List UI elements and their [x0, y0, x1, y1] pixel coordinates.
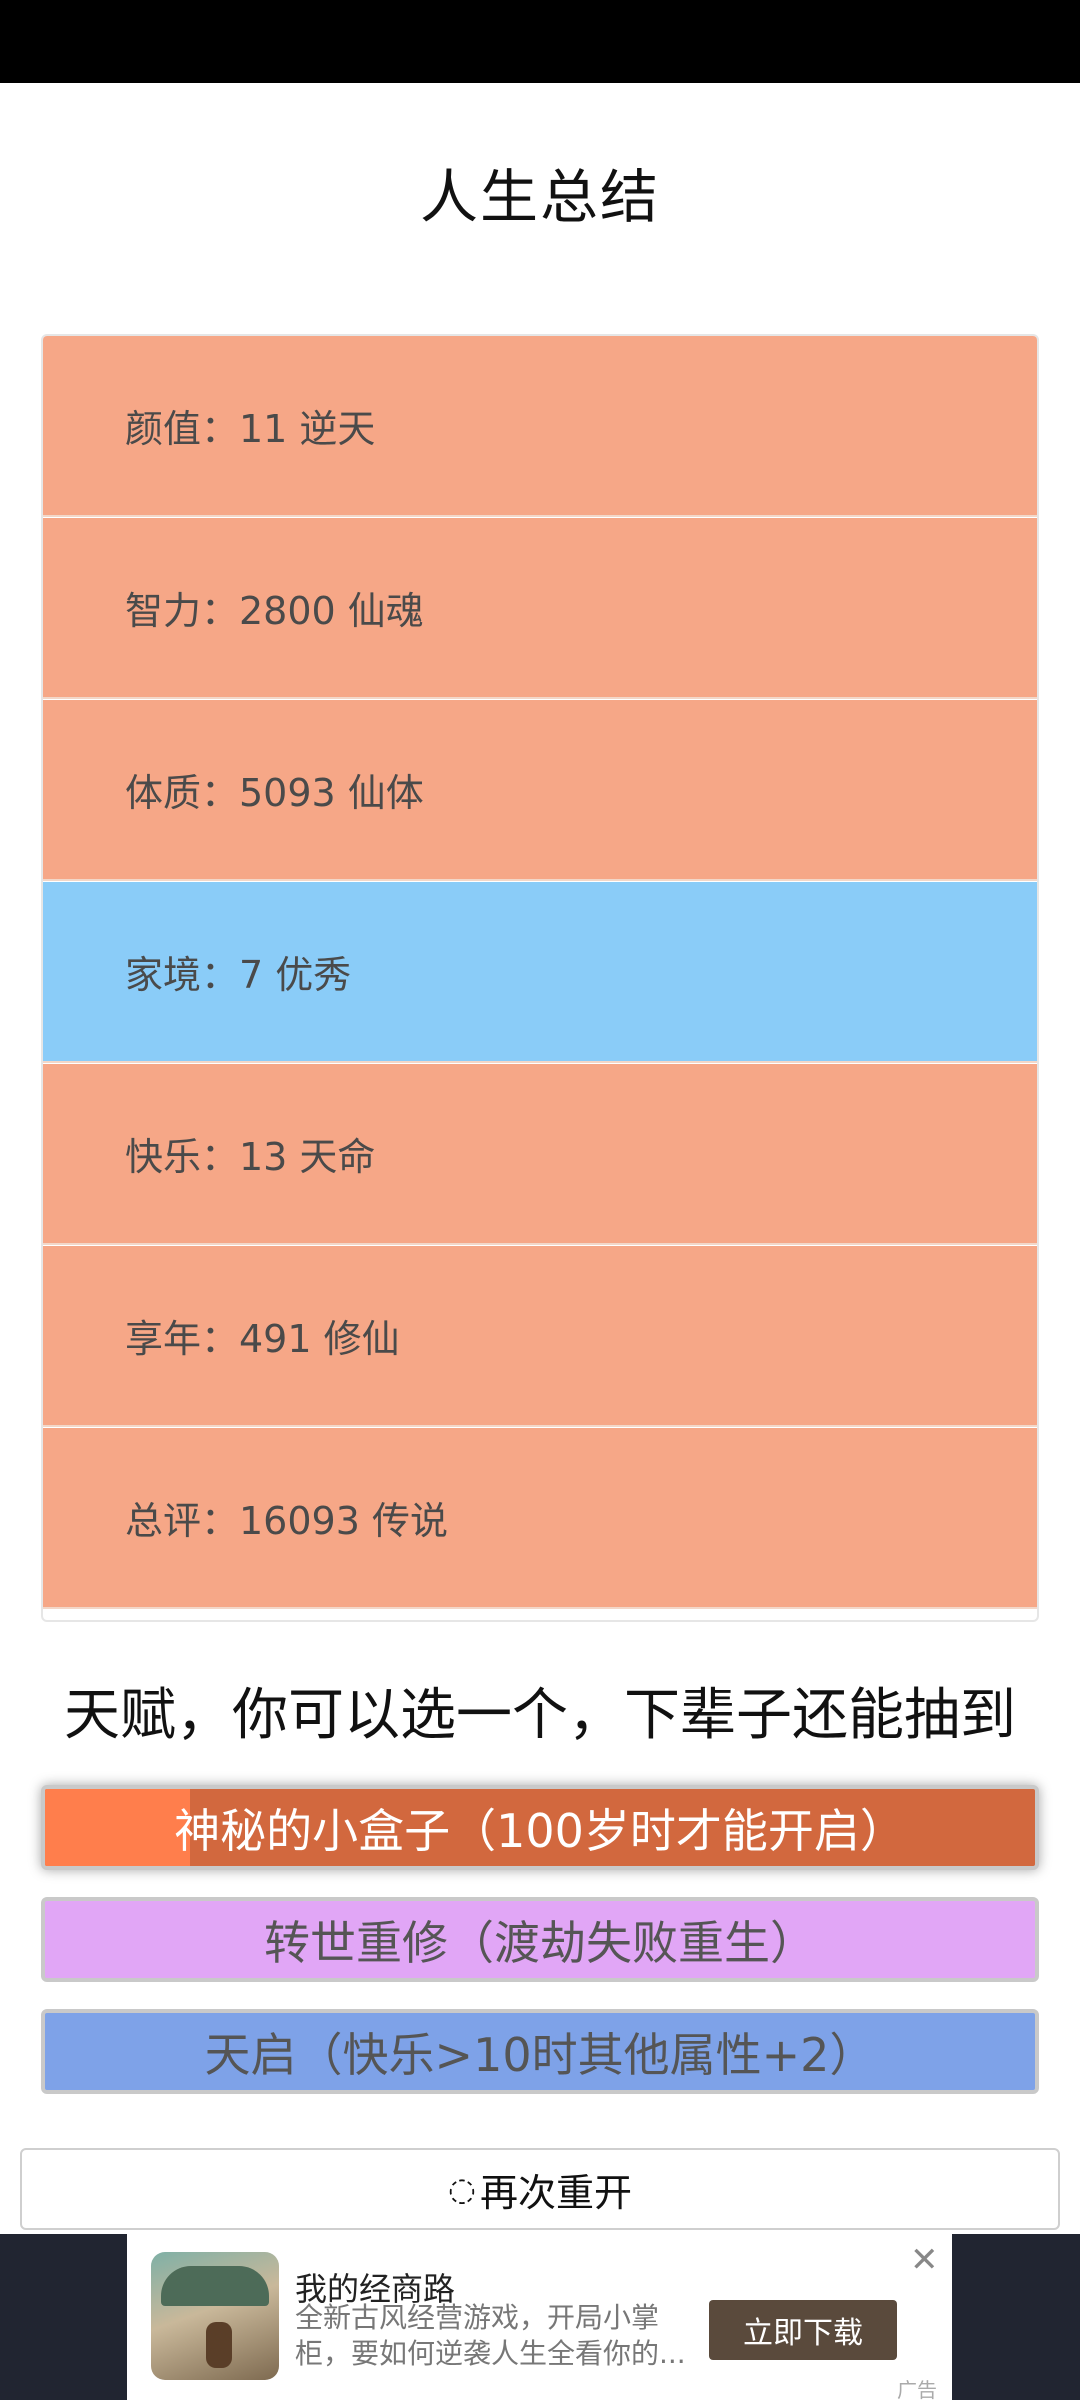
ad-thumbnail-image [151, 2252, 279, 2380]
restart-button[interactable]: ◌ 再次重开 [20, 2148, 1060, 2230]
summary-row-happiness: 快乐：13 天命 [43, 1064, 1037, 1245]
summary-row-constitution: 体质：5093 仙体 [43, 700, 1037, 881]
talent-option-mystery-box[interactable]: 神秘的小盒子（100岁时才能开启） [41, 1785, 1039, 1870]
talent-label: 转世重修（渡劫失败重生） [264, 1915, 816, 1970]
talent-label: 神秘的小盒子（100岁时才能开启） [174, 1803, 906, 1858]
ad-tag: 广告 [897, 2378, 937, 2400]
talent-option-reincarnation[interactable]: 转世重修（渡劫失败重生） [41, 1897, 1039, 1982]
talent-label: 天启（快乐>10时其他属性+2） [204, 2027, 876, 2082]
close-icon[interactable]: ✕ [910, 2240, 939, 2280]
summary-row-lifespan: 享年：491 修仙 [43, 1246, 1037, 1427]
restart-label: 再次重开 [479, 2170, 632, 2215]
summary-row-appearance: 颜值：11 逆天 [43, 336, 1037, 517]
ad-banner[interactable]: 我的经商路 全新古风经营游戏，开局小掌柜，要如何逆袭人生全看你的... 立即下载… [127, 2234, 952, 2400]
summary-list: 颜值：11 逆天 智力：2800 仙魂 体质：5093 仙体 家境：7 优秀 快… [41, 334, 1039, 1622]
summary-row-family: 家境：7 优秀 [43, 882, 1037, 1063]
summary-row-overall: 总评：16093 传说 [43, 1428, 1037, 1609]
page-title: 人生总结 [419, 163, 660, 231]
talent-heading: 天赋，你可以选一个，下辈子还能抽到 [64, 1683, 1016, 1748]
ad-thumbnail-figure [206, 2322, 232, 2368]
summary-row-intelligence: 智力：2800 仙魂 [43, 518, 1037, 699]
ad-description: 全新古风经营游戏，开局小掌柜，要如何逆袭人生全看你的... [295, 2301, 686, 2370]
refresh-icon: ◌ [448, 2170, 476, 2208]
ad-download-button[interactable]: 立即下载 [709, 2300, 897, 2360]
status-bar [0, 0, 1080, 83]
talent-selection-highlight [45, 1789, 190, 1866]
talent-option-revelation[interactable]: 天启（快乐>10时其他属性+2） [41, 2009, 1039, 2094]
ad-thumbnail-roof [161, 2266, 269, 2306]
